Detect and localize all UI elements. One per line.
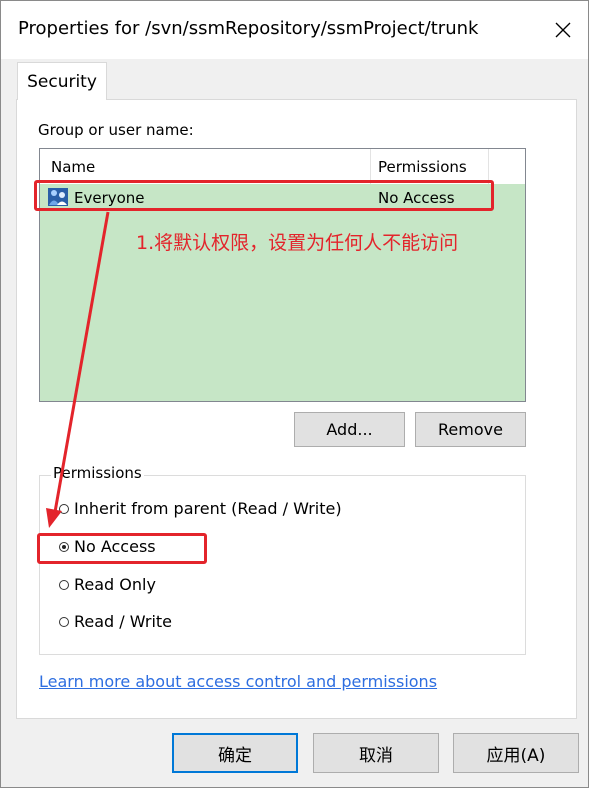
annotation-highlight-everyone bbox=[34, 180, 494, 211]
group-or-user-label: Group or user name: bbox=[38, 121, 194, 139]
radio-unchecked-icon bbox=[59, 616, 69, 627]
radio-unchecked-icon bbox=[59, 579, 69, 590]
help-link[interactable]: Learn more about access control and perm… bbox=[39, 672, 437, 691]
tab-security[interactable]: Security bbox=[17, 62, 107, 100]
permissions-group-title: Permissions bbox=[51, 464, 144, 482]
column-header-name[interactable]: Name bbox=[40, 149, 371, 184]
close-icon bbox=[555, 22, 571, 38]
radio-read-only[interactable]: Read Only bbox=[59, 575, 156, 594]
radio-label: Read Only bbox=[74, 575, 156, 594]
radio-label: Read / Write bbox=[74, 612, 173, 631]
window-title: Properties for /svn/ssmRepository/ssmPro… bbox=[18, 18, 479, 39]
ok-button[interactable]: 确定 bbox=[172, 733, 298, 773]
radio-inherit[interactable]: Inherit from parent (Read / Write) bbox=[59, 499, 342, 518]
add-button[interactable]: Add... bbox=[294, 412, 405, 447]
radio-unchecked-icon bbox=[59, 503, 69, 514]
apply-button[interactable]: 应用(A) bbox=[453, 733, 579, 773]
close-button[interactable] bbox=[546, 13, 580, 47]
radio-read-write[interactable]: Read / Write bbox=[59, 612, 172, 631]
annotation-text: 1.将默认权限，设置为任何人不能访问 bbox=[136, 232, 459, 254]
title-bar: Properties for /svn/ssmRepository/ssmPro… bbox=[1, 1, 588, 59]
column-header-permissions[interactable]: Permissions bbox=[371, 149, 489, 184]
cancel-button[interactable]: 取消 bbox=[313, 733, 439, 773]
remove-button[interactable]: Remove bbox=[415, 412, 526, 447]
annotation-highlight-no-access bbox=[37, 533, 207, 564]
radio-label: Inherit from parent (Read / Write) bbox=[74, 499, 342, 518]
list-header: Name Permissions bbox=[40, 149, 525, 184]
